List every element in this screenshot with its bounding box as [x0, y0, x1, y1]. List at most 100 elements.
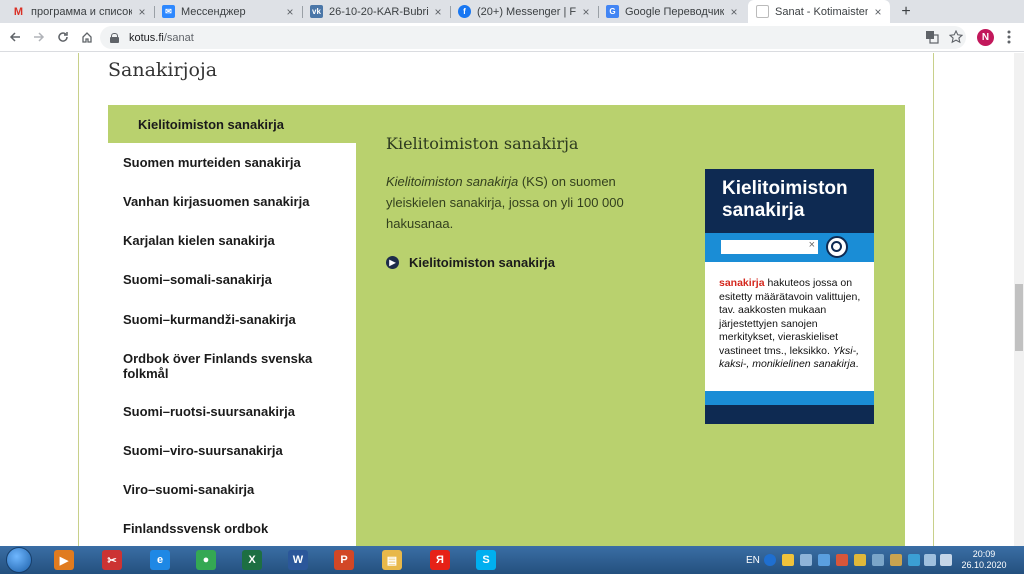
vk-icon: vk — [310, 5, 323, 18]
reload-icon — [58, 32, 68, 42]
sidebar-item-kielitoimiston-sanakirja[interactable]: Kielitoimiston sanakirja — [108, 105, 356, 143]
internet-explorer-glyph: e — [150, 550, 170, 570]
content-title: Kielitoimiston sanakirja — [386, 134, 579, 153]
close-icon[interactable]: × — [284, 5, 296, 19]
kotus-icon — [756, 5, 769, 18]
excel-glyph: X — [242, 550, 262, 570]
translate-page-icon[interactable] — [924, 29, 940, 45]
sidebar-item-finlandssvensk-ordbok[interactable]: Finlandssvensk ordbok — [123, 521, 348, 536]
card-title-line1: Kielitoimiston — [722, 178, 848, 199]
sidebar-item-ordbok-over-finlands-svenska-folkmal[interactable]: Ordbok över Finlands svenska folkmål — [123, 351, 323, 381]
powerpoint-glyph: P — [334, 550, 354, 570]
signal-icon[interactable] — [924, 554, 936, 566]
sidebar-item-suomi-ruotsi-suursanakirja[interactable]: Suomi–ruotsi-suursanakirja — [123, 404, 348, 419]
content-description: Kielitoimiston sanakirja (KS) on suomen … — [386, 171, 636, 234]
sidebar-item-karjalan-kielen-sanakirja[interactable]: Karjalan kielen sanakirja — [123, 233, 348, 248]
yandex-glyph: Я — [430, 550, 450, 570]
tab-google-translate[interactable]: G Google Переводчик × — [598, 0, 746, 23]
card-band-blue — [705, 391, 874, 405]
tray-app-icon[interactable] — [818, 554, 830, 566]
help-icon[interactable] — [764, 554, 776, 566]
chevron-right-icon: ▶ — [386, 256, 399, 269]
windows-taskbar: ▶ ✂ e ● X W P ▤ Я S EN 20:09 26.10.2020 — [0, 546, 1024, 574]
sidebar-item-suomi-kurmandzi-sanakirja[interactable]: Suomi–kurmandži-sanakirja — [123, 312, 348, 327]
excel-icon[interactable]: X — [232, 548, 272, 572]
open-dictionary-link[interactable]: ▶ Kielitoimiston sanakirja — [386, 255, 555, 270]
definition-keyword: sanakirja — [719, 277, 765, 289]
windows-start-icon[interactable] — [6, 547, 32, 573]
file-explorer-icon[interactable]: ▤ — [372, 548, 412, 572]
new-tab-button[interactable]: + — [896, 0, 916, 23]
reload-button[interactable] — [54, 28, 72, 46]
home-icon — [82, 32, 92, 43]
tab-title: Мессенджер — [181, 5, 246, 18]
address-bar[interactable]: kotus.fi/sanat — [100, 26, 966, 49]
media-player-icon[interactable]: ▶ — [44, 548, 84, 572]
system-clock[interactable]: 20:09 26.10.2020 — [954, 549, 1014, 571]
word-glyph: W — [288, 550, 308, 570]
gmail-icon: M — [13, 5, 24, 18]
internet-explorer-icon[interactable]: e — [140, 548, 180, 572]
tray-app-icon[interactable] — [782, 554, 794, 566]
back-button[interactable] — [6, 28, 24, 46]
menu-dots-icon[interactable] — [1001, 29, 1017, 45]
media-player-glyph: ▶ — [54, 550, 74, 570]
profile-avatar[interactable]: N — [977, 29, 994, 46]
close-icon[interactable]: × — [580, 5, 592, 19]
chrome-glyph: ● — [196, 550, 216, 570]
tray-app-icon[interactable] — [836, 554, 848, 566]
url-domain: kotus.fi — [129, 31, 164, 44]
snipping-tool-glyph: ✂ — [102, 550, 122, 570]
word-icon[interactable]: W — [278, 548, 318, 572]
arrow-right-icon — [34, 32, 45, 42]
sidebar-item-vanhan-kirjasuomen-sanakirja[interactable]: Vanhan kirjasuomen sanakirja — [123, 194, 348, 209]
language-indicator[interactable]: EN — [746, 546, 760, 574]
bookmark-star-icon[interactable] — [948, 29, 964, 45]
sidebar-item-suomi-somali-sanakirja[interactable]: Suomi–somali-sanakirja — [123, 272, 348, 287]
tab-title: Google Переводчик — [625, 5, 724, 18]
dictionary-promo-card[interactable]: Kielitoimiston sanakirja × sanakirja hak… — [705, 169, 874, 424]
close-icon[interactable]: × — [432, 5, 444, 19]
definition-end: . — [855, 358, 859, 370]
tray-app-icon[interactable] — [890, 554, 902, 566]
close-icon[interactable]: × — [728, 5, 740, 19]
tray-app-icon[interactable] — [908, 554, 920, 566]
sidebar-item-viro-suomi-sanakirja[interactable]: Viro–suomi-sanakirja — [123, 482, 348, 497]
tab-kotus-sanat[interactable]: Sanat - Kotimaisten kiel × — [748, 0, 890, 23]
close-icon[interactable]: × — [872, 5, 884, 19]
yandex-icon[interactable]: Я — [420, 548, 460, 572]
tab-messenger[interactable]: ✉ Мессенджер × — [154, 0, 302, 23]
tray-app-icon[interactable] — [872, 554, 884, 566]
skype-icon[interactable]: S — [466, 548, 506, 572]
tab-facebook-messenger[interactable]: f (20+) Messenger | Faceb × — [450, 0, 598, 23]
snipping-tool-icon[interactable]: ✂ — [92, 548, 132, 572]
chrome-icon[interactable]: ● — [186, 548, 226, 572]
scrollbar-thumb[interactable] — [1015, 284, 1023, 351]
card-title: Kielitoimiston sanakirja — [705, 169, 874, 233]
tab-title: Sanat - Kotimaisten kiel — [775, 5, 868, 18]
browser-tab-strip: M программа и список Кр × ✉ Мессенджер ×… — [0, 0, 1024, 23]
messenger-icon: ✉ — [162, 5, 175, 18]
tab-gmail[interactable]: M программа и список Кр × — [4, 0, 154, 23]
tab-vk-document[interactable]: vk 26-10-20-KAR-Bubrih.do × — [302, 0, 450, 23]
search-icon — [826, 236, 848, 258]
page-title: Sanakirjoja — [108, 59, 218, 81]
page-scrollbar[interactable] — [1014, 53, 1024, 546]
network-icon[interactable] — [800, 554, 812, 566]
home-button[interactable] — [78, 28, 96, 46]
sidebar-item-suomi-viro-suursanakirja[interactable]: Suomi–viro-suursanakirja — [123, 443, 348, 458]
arrow-left-icon — [9, 32, 20, 42]
sidebar-item-suomen-murteiden-sanakirja[interactable]: Suomen murteiden sanakirja — [123, 155, 348, 170]
tray-app-icon[interactable] — [854, 554, 866, 566]
card-definition: sanakirja hakuteos jossa on esitetty mää… — [719, 277, 865, 372]
close-icon[interactable]: × — [136, 5, 148, 19]
url-path: /sanat — [163, 31, 194, 44]
powerpoint-icon[interactable]: P — [324, 548, 364, 572]
clock-time: 20:09 — [972, 549, 996, 559]
volume-icon[interactable] — [940, 554, 952, 566]
forward-button[interactable] — [30, 28, 48, 46]
clock-date: 26.10.2020 — [961, 560, 1007, 570]
clear-icon: × — [808, 239, 815, 251]
tab-title: 26-10-20-KAR-Bubrih.do — [329, 5, 428, 18]
file-explorer-glyph: ▤ — [382, 550, 402, 570]
